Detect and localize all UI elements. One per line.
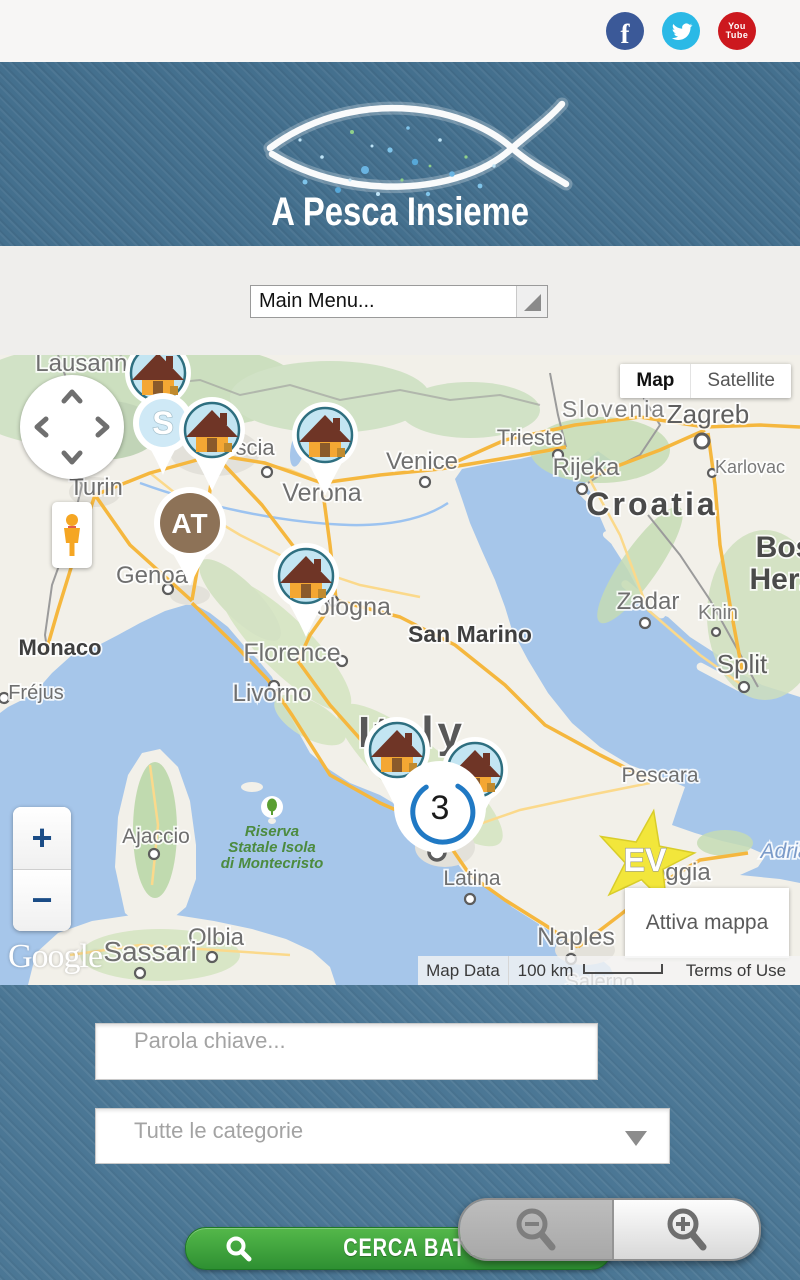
map-town-dot [420, 477, 430, 487]
svg-text:AT: AT [171, 508, 208, 539]
map-town-dot [712, 628, 720, 636]
map-zoom-out-button[interactable]: − [13, 870, 71, 932]
map-label-zadar: Zadar [617, 588, 680, 615]
svg-text:3: 3 [431, 789, 450, 827]
map-label-livorno: Livorno [233, 680, 312, 707]
svg-text:S: S [152, 405, 173, 441]
map-zoom-control: + − [13, 807, 71, 931]
map-label-knin: Knin [698, 602, 738, 624]
map-town-dot [465, 894, 475, 904]
site-header: A Pesca Insieme [0, 62, 800, 246]
map-button[interactable]: Map [620, 364, 690, 398]
map-label-genoa: Genoa [116, 562, 189, 589]
map-label-rijeka: Rijeka [553, 454, 620, 481]
map-label-herz: Herz [749, 563, 800, 596]
keyword-input[interactable] [95, 1023, 598, 1080]
map-label-lausanne: Lausanne [35, 355, 140, 377]
page-zoom-out-button[interactable] [460, 1200, 612, 1259]
menu-strip: Main Menu... [0, 246, 800, 355]
map-label-frjus: Fréjus [8, 682, 64, 704]
social-links: f You Tube [606, 12, 756, 50]
cluster-marker[interactable]: 3 [394, 761, 486, 853]
dropdown-arrow-icon [625, 1131, 647, 1146]
twitter-icon[interactable] [662, 12, 700, 50]
map-label-pescara: Pescara [621, 764, 698, 787]
map-label-florence: Florence [243, 639, 340, 667]
map-label-zagreb: Zagreb [667, 399, 749, 429]
facebook-icon[interactable]: f [606, 12, 644, 50]
map-town-dot [149, 849, 159, 859]
main-menu-selected-value: Main Menu... [251, 290, 516, 313]
map-label-ajaccio: Ajaccio [122, 825, 190, 848]
map-type-control: Map Satellite [620, 364, 791, 398]
map-label-croatia: Croatia [586, 486, 717, 522]
twitter-bird-icon [669, 19, 693, 43]
map-label-sanmarino: San Marino [408, 621, 532, 647]
main-menu-select[interactable]: Main Menu... [250, 285, 548, 318]
map-town-dot [207, 952, 217, 962]
page-zoom-in-button[interactable] [612, 1200, 759, 1259]
pan-arrows-icon [20, 375, 124, 479]
satellite-button[interactable]: Satellite [690, 364, 791, 398]
map-label-monaco: Monaco [18, 635, 101, 660]
svg-text:EV: EV [624, 842, 667, 878]
search-section: Tutte le categorie CERCA BATTUTE [0, 985, 800, 1280]
map-data-label: Map Data [418, 956, 508, 985]
map-label-bos: Bos [756, 531, 800, 564]
map-zoom-in-button[interactable]: + [13, 807, 71, 870]
map-town-dot [135, 968, 145, 978]
street-view-pegman[interactable] [52, 502, 92, 568]
google-map[interactable]: LausanneTurinBresciaVeronaVeniceTriesteS… [0, 355, 800, 985]
scale-label: 100 km [518, 961, 574, 981]
pegman-icon [59, 512, 85, 558]
category-selected-value: Tutte le categorie [96, 1109, 625, 1144]
main-menu-arrow[interactable] [516, 286, 547, 317]
zoom-in-icon [661, 1204, 713, 1256]
map-label-naples: Naples [537, 923, 615, 951]
map-label-split: Split [717, 649, 768, 679]
map-town-dot [262, 467, 272, 477]
map-label-karlovac: Karlovac [715, 457, 785, 477]
svg-text:Riserva: Riserva [245, 823, 299, 840]
map-town-dot [640, 618, 650, 628]
dropdown-arrow-icon [524, 294, 541, 311]
search-icon [224, 1234, 254, 1264]
map-label-trieste: Trieste [497, 425, 563, 450]
map-label-latina: Latina [443, 867, 501, 890]
map-label-adriat: Adriat [759, 840, 800, 863]
map-label-sassari: Sassari [103, 936, 196, 967]
zoom-out-icon [510, 1204, 562, 1256]
svg-text:di Montecristo: di Montecristo [221, 855, 324, 872]
scale-bar [583, 964, 663, 974]
map-label-venice: Venice [386, 448, 458, 475]
youtube-icon[interactable]: You Tube [718, 12, 756, 50]
map-town-dot [739, 682, 749, 692]
page-title: A Pesca Insieme [0, 190, 800, 235]
top-bar: f You Tube [0, 0, 800, 62]
google-logo[interactable]: Google [8, 938, 102, 976]
map-town-dot [695, 434, 709, 448]
page-zoom-slider [458, 1198, 761, 1261]
svg-text:Statale Isola: Statale Isola [228, 839, 316, 856]
terms-of-use-link[interactable]: Terms of Use [672, 956, 800, 985]
youtube-text-2: Tube [726, 31, 749, 40]
map-attribution-bar: Map Data 100 km Terms of Use [418, 956, 800, 985]
map-label-slovenia: Slovenia [562, 396, 666, 422]
activate-map-button[interactable]: Attiva mappa [625, 888, 789, 958]
pan-control[interactable] [20, 375, 124, 479]
category-select[interactable]: Tutte le categorie [95, 1108, 670, 1164]
